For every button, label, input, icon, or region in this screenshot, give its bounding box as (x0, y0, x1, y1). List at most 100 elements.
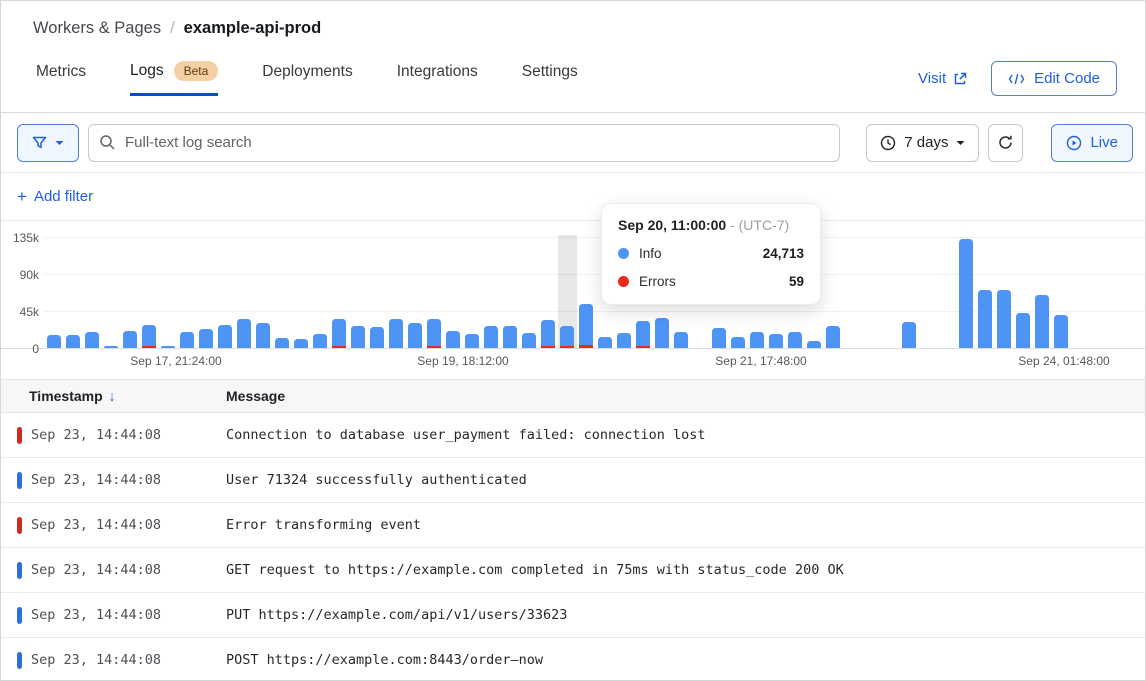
visit-link[interactable]: Visit (918, 70, 967, 87)
chart-bar[interactable] (731, 337, 745, 348)
edit-code-button[interactable]: Edit Code (991, 61, 1117, 96)
chart-bar-errors-segment (541, 346, 555, 348)
chart-bar[interactable] (1016, 313, 1030, 348)
breadcrumb: Workers & Pages / example-api-prod (33, 19, 321, 38)
tab-deployments[interactable]: Deployments (262, 63, 352, 96)
chart-bar[interactable] (503, 326, 517, 348)
chart-bar[interactable] (294, 339, 308, 348)
log-volume-chart[interactable]: 135k90k45k0Sep 17, 21:24:00Sep 19, 18:12… (1, 221, 1145, 379)
column-header-timestamp[interactable]: Timestamp ↓ (1, 388, 226, 404)
series-value: 24,713 (763, 246, 804, 261)
chart-bar[interactable] (199, 329, 213, 348)
chart-bar[interactable] (104, 346, 118, 348)
chart-bar[interactable] (218, 325, 232, 348)
chart-bar[interactable] (313, 334, 327, 348)
chart-bar[interactable] (180, 332, 194, 348)
chart-bar[interactable] (446, 331, 460, 348)
breadcrumb-section[interactable]: Workers & Pages (33, 19, 161, 38)
chart-bar[interactable] (636, 321, 650, 348)
filter-menu-button[interactable] (17, 124, 79, 162)
y-axis-tick: 45k (3, 305, 39, 319)
log-row[interactable]: Sep 23, 14:44:08GET request to https://e… (1, 548, 1145, 593)
tab-integrations[interactable]: Integrations (397, 63, 478, 96)
chevron-down-icon (55, 140, 64, 146)
chart-bar[interactable] (47, 335, 61, 348)
chart-bar[interactable] (1035, 295, 1049, 348)
chart-bar[interactable] (522, 333, 536, 348)
chart-bar[interactable] (997, 290, 1011, 348)
chart-bar-info-segment (674, 332, 688, 348)
chart-bar[interactable] (560, 326, 574, 348)
tab-logs[interactable]: LogsBeta (130, 61, 218, 96)
chart-bar[interactable] (769, 334, 783, 348)
chart-bar[interactable] (598, 337, 612, 348)
chart-bar-info-segment (826, 326, 840, 348)
chart-bar[interactable] (674, 332, 688, 348)
live-button[interactable]: Live (1051, 124, 1133, 162)
chart-bar[interactable] (332, 319, 346, 348)
chart-bar-info-segment (294, 339, 308, 348)
chart-bar[interactable] (161, 346, 175, 348)
chart-bar[interactable] (408, 323, 422, 348)
chart-bar-info-segment (1016, 313, 1030, 348)
chart-bar[interactable] (123, 331, 137, 348)
severity-indicator-info (17, 607, 22, 624)
chart-bar-info-segment (769, 334, 783, 348)
chart-bar[interactable] (427, 319, 441, 348)
log-row[interactable]: Sep 23, 14:44:08PUT https://example.com/… (1, 593, 1145, 638)
chart-bar[interactable] (978, 290, 992, 348)
chart-bar[interactable] (66, 335, 80, 348)
chart-bar[interactable] (579, 304, 593, 348)
chart-bar[interactable] (902, 322, 916, 348)
chart-bar[interactable] (826, 326, 840, 348)
chart-bar-errors-segment (332, 346, 346, 348)
chart-bar[interactable] (256, 323, 270, 348)
chart-bar-info-segment (598, 337, 612, 348)
add-filter-button[interactable]: + Add filter (17, 188, 93, 205)
y-axis-tick: 135k (3, 231, 39, 245)
chart-bar[interactable] (959, 239, 973, 348)
log-table: Timestamp ↓ Message Sep 23, 14:44:08Conn… (1, 379, 1145, 681)
chart-bar[interactable] (655, 318, 669, 348)
log-row[interactable]: Sep 23, 14:44:08Connection to database u… (1, 413, 1145, 458)
sort-desc-icon[interactable]: ↓ (109, 388, 116, 404)
chart-bar[interactable] (465, 334, 479, 348)
log-message: GET request to https://example.com compl… (226, 562, 844, 578)
tab-bar: Metrics LogsBeta Deployments Integrations Se… (36, 61, 578, 96)
chart-bar-info-segment (959, 239, 973, 348)
chart-bar-info-segment (47, 335, 61, 348)
chart-bar[interactable] (617, 333, 631, 348)
log-row[interactable]: Sep 23, 14:44:08POST https://example.com… (1, 638, 1145, 681)
chart-bar[interactable] (85, 332, 99, 348)
log-message: Connection to database user_payment fail… (226, 427, 706, 443)
log-message: Error transforming event (226, 517, 421, 533)
tab-settings[interactable]: Settings (522, 63, 578, 96)
tooltip-series-row: Errors59 (618, 274, 804, 289)
chart-bar[interactable] (750, 332, 764, 348)
chart-bar-info-segment (484, 326, 498, 348)
chart-bar[interactable] (237, 319, 251, 348)
chart-bar[interactable] (275, 338, 289, 348)
chart-bar[interactable] (484, 326, 498, 348)
refresh-button[interactable] (988, 124, 1023, 162)
chart-bar-info-segment (408, 323, 422, 348)
search-input[interactable] (88, 124, 840, 162)
plus-icon: + (17, 188, 27, 205)
log-row[interactable]: Sep 23, 14:44:08Error transforming event (1, 503, 1145, 548)
log-row[interactable]: Sep 23, 14:44:08User 71324 successfully … (1, 458, 1145, 503)
chart-bar[interactable] (370, 327, 384, 348)
tab-metrics[interactable]: Metrics (36, 63, 86, 96)
chart-bar[interactable] (351, 326, 365, 348)
chart-bar-info-segment (446, 331, 460, 348)
visit-link-label: Visit (918, 70, 946, 87)
time-range-dropdown[interactable]: 7 days (866, 124, 979, 162)
chart-bar[interactable] (712, 328, 726, 348)
chart-bar[interactable] (142, 325, 156, 348)
chart-bar[interactable] (807, 341, 821, 348)
chart-bar[interactable] (1054, 315, 1068, 348)
chart-bar[interactable] (389, 319, 403, 348)
chart-bar-info-segment (275, 338, 289, 348)
chart-bar[interactable] (541, 320, 555, 348)
chart-bar[interactable] (788, 332, 802, 348)
gridline (43, 237, 1145, 238)
